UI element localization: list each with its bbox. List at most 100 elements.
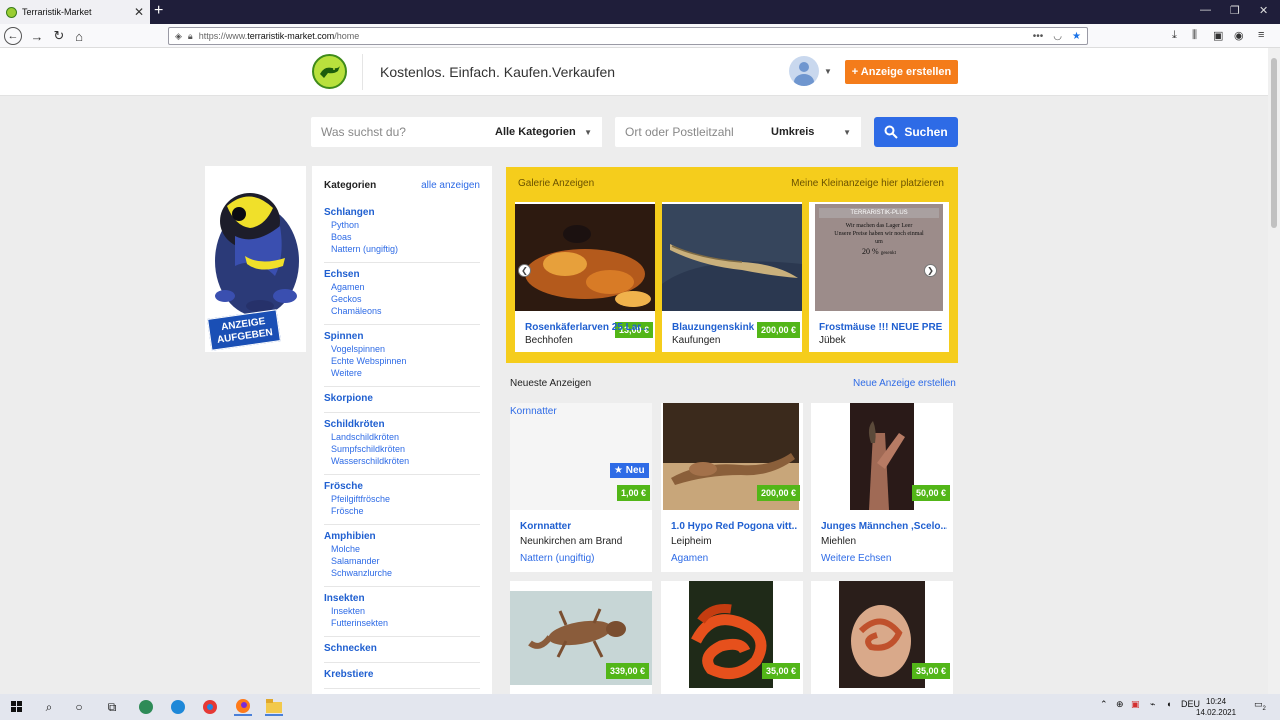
system-clock[interactable]: 10:24 14.02.2021 — [1196, 696, 1236, 718]
firefox-icon[interactable] — [234, 698, 252, 716]
windows-start-icon[interactable] — [8, 698, 26, 716]
gallery-card[interactable]: 200,00 € Blauzungenskink Kaufungen — [662, 202, 802, 352]
category-link[interactable]: Echsen — [324, 269, 480, 281]
listing-card[interactable]: Kornnatter ★ Neu 1,00 € Kornnatter Neunk… — [510, 403, 652, 572]
home-icon[interactable]: ⌂ — [70, 27, 88, 45]
category-link[interactable]: Insekten — [324, 593, 480, 605]
subcategory-link[interactable]: Futterinsekten — [324, 617, 480, 629]
listing-category-link[interactable]: Weitere Echsen — [821, 553, 891, 564]
subcategory-link[interactable]: Insekten — [324, 605, 480, 617]
page-scrollbar[interactable] — [1268, 48, 1280, 694]
listing-card[interactable]: 339,00 € — [510, 581, 652, 694]
gallery-item-title[interactable]: Blauzungenskink — [672, 322, 796, 333]
listing-card[interactable]: 50,00 € Junges Männchen ,Scelo... Miehle… — [811, 403, 953, 572]
minimize-icon[interactable]: — — [1200, 4, 1211, 16]
network-icon[interactable]: ⌁ — [1150, 699, 1155, 710]
pocket-icon[interactable]: ◡ — [1053, 31, 1062, 42]
subcategory-link[interactable]: Echte Webspinnen — [324, 355, 480, 367]
gallery-item-title[interactable]: Rosenkäferlarven 25 Lar... — [525, 322, 649, 333]
radius-select[interactable]: Umkreis ▼ — [763, 117, 861, 147]
create-ad-button[interactable]: + Anzeige erstellen — [845, 60, 958, 84]
category-link[interactable]: Schildkröten — [324, 419, 480, 431]
notification-icon[interactable]: ▭2 — [1254, 699, 1266, 712]
file-explorer-icon[interactable] — [265, 698, 283, 716]
user-avatar[interactable] — [789, 56, 819, 86]
promo-post-ad-banner[interactable]: ANZEIGE AUFGEBEN — [205, 166, 306, 352]
category-link[interactable]: Skorpione — [324, 393, 480, 405]
search-input[interactable]: Was suchst du? — [311, 117, 487, 147]
category-link[interactable]: Amphibien — [324, 531, 480, 543]
listing-category-link[interactable]: Agamen — [671, 553, 708, 564]
subcategory-link[interactable]: Python — [324, 219, 480, 231]
location-input[interactable]: Ort oder Postleitzahl — [615, 117, 763, 147]
sidebar-icon[interactable]: ▣ — [1213, 29, 1223, 42]
restore-icon[interactable]: ❐ — [1230, 4, 1240, 17]
new-tab-icon[interactable]: + — [154, 2, 163, 20]
forward-icon[interactable]: → — [28, 27, 46, 45]
listing-title[interactable]: 1.0 Hypo Red Pogona vitt... — [671, 521, 797, 532]
search-icon[interactable]: ⌕ — [40, 698, 58, 716]
url-bar[interactable]: ◈ 🔒︎ https://www. terraristik-market.com… — [168, 27, 1088, 45]
gallery-card[interactable]: 13,00 € Rosenkäferlarven 25 Lar... Bechh… — [515, 202, 655, 352]
listing-title[interactable]: Kornnatter — [520, 521, 646, 532]
search-button[interactable]: Suchen — [874, 117, 958, 147]
site-logo[interactable] — [312, 54, 347, 89]
categories-title: Kategorien — [324, 180, 377, 191]
page-actions-icon[interactable]: ••• — [1033, 31, 1044, 42]
gallery-card[interactable]: TERRARISTIK-PLUS Wir machen das Lager Le… — [809, 202, 949, 352]
show-all-categories-link[interactable]: alle anzeigen — [421, 180, 480, 191]
place-ad-link[interactable]: Meine Kleinanzeige hier platzieren — [791, 178, 944, 189]
task-view-icon[interactable]: ⧉ — [103, 698, 121, 716]
cortana-icon[interactable]: ○ — [70, 698, 88, 716]
chevron-right-icon[interactable]: ❯ — [924, 264, 937, 277]
subcategory-link[interactable]: Molche — [324, 543, 480, 555]
subcategory-link[interactable]: Sumpfschildkröten — [324, 443, 480, 455]
category-select[interactable]: Alle Kategorien ▼ — [487, 117, 602, 147]
subcategory-link[interactable]: Landschildkröten — [324, 431, 480, 443]
chevron-down-icon[interactable]: ▼ — [824, 67, 832, 76]
pdf-icon[interactable]: ▣ — [1131, 699, 1140, 710]
menu-icon[interactable]: ≡ — [1258, 29, 1264, 41]
chevron-up-icon[interactable]: ⌃ — [1100, 699, 1108, 710]
category-link[interactable]: Frösche — [324, 481, 480, 493]
edge-icon[interactable] — [169, 698, 187, 716]
subcategory-link[interactable]: Boas — [324, 231, 480, 243]
subcategory-link[interactable]: Weitere — [324, 367, 480, 379]
listing-card[interactable]: 200,00 € 1.0 Hypo Red Pogona vitt... Lei… — [661, 403, 803, 572]
subcategory-link[interactable]: Geckos — [324, 293, 480, 305]
category-link[interactable]: Schnecken — [324, 643, 480, 655]
back-icon[interactable]: ← — [4, 27, 22, 45]
listing-location: Leipheim — [671, 536, 712, 547]
subcategory-link[interactable]: Chamäleons — [324, 305, 480, 317]
subcategory-link[interactable]: Wasserschildkröten — [324, 455, 480, 467]
listing-card[interactable]: 35,00 € — [661, 581, 803, 694]
category-link[interactable]: Schlangen — [324, 207, 480, 219]
subcategory-link[interactable]: Frösche — [324, 505, 480, 517]
subcategory-link[interactable]: Nattern (ungiftig) — [324, 243, 480, 255]
listing-title[interactable]: Junges Männchen ,Scelo... — [821, 521, 947, 532]
window-close-icon[interactable]: ✕ — [1259, 4, 1268, 17]
category-link[interactable]: Krebstiere — [324, 669, 480, 681]
library-icon[interactable]: ⫼ — [1192, 29, 1197, 42]
new-ad-link[interactable]: Neue Anzeige erstellen — [853, 378, 956, 389]
subcategory-link[interactable]: Schwanzlurche — [324, 567, 480, 579]
account-icon[interactable]: ◉ — [1234, 29, 1244, 42]
bookmark-star-icon[interactable]: ★ — [1072, 31, 1081, 42]
chrome-icon[interactable] — [201, 698, 219, 716]
subcategory-link[interactable]: Pfeilgiftfrösche — [324, 493, 480, 505]
close-icon[interactable]: ✕ — [134, 5, 144, 19]
subcategory-link[interactable]: Salamander — [324, 555, 480, 567]
category-link[interactable]: Spinnen — [324, 331, 480, 343]
browser-tab[interactable]: Terraristik-Market ✕ — [0, 0, 150, 24]
subcategory-link[interactable]: Vogelspinnen — [324, 343, 480, 355]
volume-icon[interactable]: ◖ — [1166, 699, 1171, 709]
chevron-left-icon[interactable]: ❮ — [518, 264, 531, 277]
gallery-item-title[interactable]: Frostmäuse !!! NEUE PRE... — [819, 322, 943, 333]
reload-icon[interactable]: ↻ — [50, 27, 68, 45]
download-icon[interactable]: ⤓ — [1172, 29, 1177, 42]
subcategory-link[interactable]: Agamen — [324, 281, 480, 293]
listing-category-link[interactable]: Nattern (ungiftig) — [520, 553, 594, 564]
listing-card[interactable]: 35,00 € — [811, 581, 953, 694]
app-icon[interactable] — [137, 698, 155, 716]
tray-icon[interactable]: ⊕ — [1116, 699, 1124, 710]
